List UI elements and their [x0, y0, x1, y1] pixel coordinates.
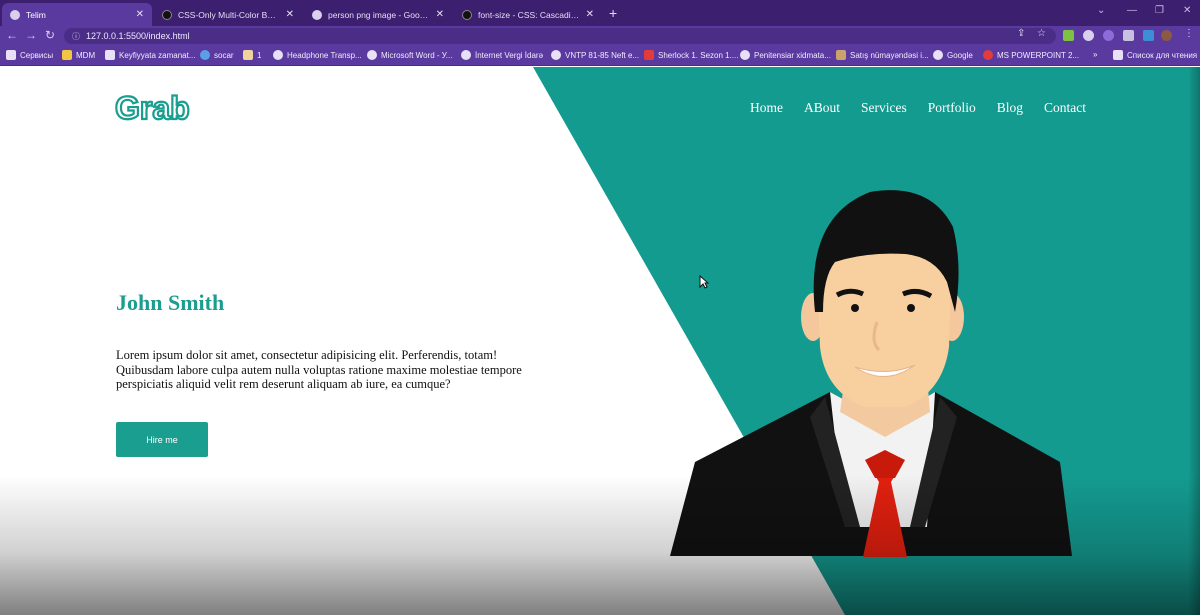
mdn-icon — [462, 9, 472, 20]
hero-description: Lorem ipsum dolor sit amet, consectetur … — [116, 348, 522, 391]
tab-title: CSS-Only Multi-Color Backgroun — [178, 9, 280, 20]
bookmark-item[interactable]: Microsoft Word - У... — [367, 50, 452, 60]
page-viewport: Grab Home ABout Services Portfolio Blog … — [0, 67, 1200, 615]
google-icon — [273, 50, 283, 60]
bookmark-item[interactable]: İnternet Vergi İdarə — [461, 50, 543, 60]
back-icon[interactable]: ← — [6, 28, 18, 42]
globe-icon — [461, 50, 471, 60]
mouse-cursor-icon — [699, 275, 709, 289]
logo-text: Grab — [115, 91, 190, 125]
minimize-icon[interactable]: — — [1127, 5, 1137, 16]
tab-title: person png image - Google Axta — [328, 9, 430, 20]
extension-icon[interactable] — [1143, 30, 1154, 41]
apps-grid-icon — [6, 50, 16, 60]
nav-portfolio[interactable]: Portfolio — [928, 100, 976, 116]
grab-logo: Grab — [114, 89, 199, 130]
globe-icon — [10, 9, 20, 20]
restore-icon[interactable]: ❐ — [1155, 5, 1164, 16]
tab-mdn-font-size[interactable]: font-size - CSS: Cascading Style ✕ — [454, 3, 602, 26]
bookmark-item[interactable]: Headphone Transp... — [273, 50, 362, 60]
extension-icon[interactable] — [1083, 30, 1094, 41]
menu-kebab-icon[interactable]: ⋮ — [1184, 28, 1194, 39]
bookmark-item[interactable]: socar — [200, 50, 234, 60]
profile-avatar-icon[interactable] — [1161, 30, 1172, 41]
extension-icon[interactable] — [1103, 30, 1114, 41]
nav-contact[interactable]: Contact — [1044, 100, 1086, 116]
nav-services[interactable]: Services — [861, 100, 907, 116]
close-icon[interactable]: ✕ — [136, 9, 144, 20]
google-icon — [312, 9, 322, 20]
nav-blog[interactable]: Blog — [997, 100, 1023, 116]
youtube-icon — [983, 50, 993, 60]
codepen-icon — [162, 9, 172, 20]
new-tab-button[interactable]: + — [609, 5, 617, 21]
page-icon — [105, 50, 115, 60]
eye-left — [851, 304, 859, 312]
bookmark-item[interactable]: MS POWERPOINT 2... — [983, 50, 1079, 60]
nav-home[interactable]: Home — [750, 100, 783, 116]
globe-icon — [367, 50, 377, 60]
browser-toolbar: ← → ↻ ⓘ 127.0.0.1:5500/index.html ⇪ ☆ ⋮ — [0, 26, 1200, 46]
url-text: 127.0.0.1:5500/index.html — [86, 31, 190, 41]
bookmark-item[interactable]: Google — [933, 50, 973, 60]
nav-about[interactable]: ABout — [804, 100, 840, 116]
main-nav: Home ABout Services Portfolio Blog Conta… — [750, 100, 1086, 116]
scroll-edge-shadow — [1188, 67, 1200, 615]
google-icon — [933, 50, 943, 60]
folder-icon — [62, 50, 72, 60]
bookmark-item[interactable]: Penitensiar xidmata... — [740, 50, 831, 60]
tab-title: font-size - CSS: Cascading Style — [478, 9, 580, 20]
page-icon — [200, 50, 210, 60]
close-icon[interactable]: ✕ — [436, 9, 444, 20]
tab-strip: Telim ✕ CSS-Only Multi-Color Backgroun ✕… — [0, 0, 1200, 26]
hire-me-button[interactable]: Hire me — [116, 422, 208, 457]
forward-icon[interactable]: → — [25, 28, 37, 42]
address-bar[interactable]: ⓘ 127.0.0.1:5500/index.html — [64, 28, 1056, 44]
bookmarks-bar: Сервисы MDM Keyfiyyata zamanat... socar … — [0, 46, 1200, 66]
extensions-puzzle-icon[interactable] — [1123, 30, 1134, 41]
bookmark-item[interactable]: Satış nümayəndəsi i... — [836, 50, 929, 60]
page-icon — [836, 50, 846, 60]
extension-icon[interactable] — [1063, 30, 1074, 41]
reading-list-icon — [1113, 50, 1123, 60]
tab-google-search[interactable]: person png image - Google Axta ✕ — [304, 3, 452, 26]
close-window-icon[interactable]: ✕ — [1183, 5, 1191, 16]
reading-list[interactable]: Список для чтения — [1113, 50, 1197, 60]
share-icon[interactable]: ⇪ — [1017, 28, 1025, 39]
page-icon — [644, 50, 654, 60]
bookmark-item[interactable]: Keyfiyyata zamanat... — [105, 50, 195, 60]
tab-telim[interactable]: Telim ✕ — [2, 3, 152, 26]
hero-name: John Smith — [116, 290, 225, 315]
close-icon[interactable]: ✕ — [586, 9, 594, 20]
face-shape — [816, 242, 952, 407]
logo-graphic: Grab — [114, 89, 191, 127]
bookmark-item[interactable]: 1 — [243, 50, 261, 60]
bookmark-item[interactable]: MDM — [62, 50, 95, 60]
close-icon[interactable]: ✕ — [286, 9, 294, 20]
bookmark-star-icon[interactable]: ☆ — [1037, 28, 1046, 39]
page-icon — [243, 50, 253, 60]
eye-right — [907, 304, 915, 312]
bookmark-item[interactable]: Sherlock 1. Sezon 1.... — [644, 50, 739, 60]
globe-icon — [740, 50, 750, 60]
globe-icon — [551, 50, 561, 60]
bookmarks-overflow-button[interactable]: » — [1093, 50, 1097, 59]
info-icon[interactable]: ⓘ — [72, 31, 80, 42]
tab-css-multicolor[interactable]: CSS-Only Multi-Color Backgroun ✕ — [154, 3, 302, 26]
bookmark-item[interactable]: Сервисы — [6, 50, 53, 60]
reload-icon[interactable]: ↻ — [45, 28, 55, 42]
tab-search-icon[interactable]: ⌄ — [1097, 5, 1105, 16]
bookmark-item[interactable]: VNTP 81-85 Neft e... — [551, 50, 639, 60]
person-illustration — [670, 190, 1072, 557]
tab-title: Telim — [26, 9, 46, 20]
